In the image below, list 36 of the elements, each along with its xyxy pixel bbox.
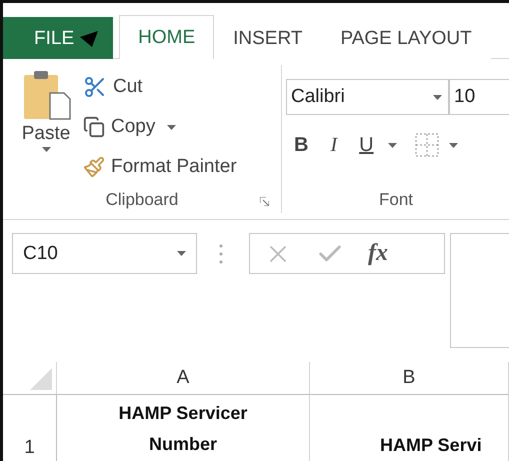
file-tab[interactable]: FILE <box>3 17 114 59</box>
pointer-arrow-icon <box>80 30 98 46</box>
clipboard-action[interactable]: Format Painter <box>83 151 237 183</box>
row-header[interactable]: 1 <box>3 395 57 461</box>
caret-icon <box>388 142 397 148</box>
borders-icon[interactable] <box>414 133 439 157</box>
formula-input[interactable] <box>450 233 509 348</box>
clipboard-action[interactable]: Cut <box>83 71 237 103</box>
group-label: Clipboard <box>106 190 178 210</box>
caret-icon <box>42 147 50 152</box>
dialog-launcher-icon[interactable] <box>260 197 269 206</box>
caret-icon <box>167 124 176 130</box>
clipboard-action[interactable]: Copy <box>83 111 237 143</box>
ribbon-tab[interactable]: HOME <box>119 15 214 59</box>
font-style-button[interactable]: I <box>322 134 352 156</box>
caret-icon <box>177 251 186 256</box>
font-name-field[interactable]: Calibri <box>286 79 449 115</box>
font-style-button[interactable]: B <box>286 134 322 156</box>
copy-icon <box>83 116 105 138</box>
group-label: Font <box>378 190 414 210</box>
paste-button[interactable]: Paste <box>3 65 77 187</box>
caret-icon <box>433 94 442 100</box>
column-header[interactable]: A <box>57 362 310 395</box>
table-cell: HAMP Servi <box>310 395 509 461</box>
scissors-icon <box>83 75 107 99</box>
triangle-icon <box>30 368 52 390</box>
paintbrush-icon <box>83 156 105 178</box>
insert-function-button[interactable]: fx <box>368 240 388 267</box>
font-size-field[interactable]: 10 <box>449 79 509 115</box>
font-style-button[interactable]: U <box>351 134 388 156</box>
select-all-corner[interactable] <box>3 362 57 395</box>
name-box[interactable]: C10 <box>12 233 197 274</box>
caret-icon <box>448 142 458 148</box>
column-header[interactable]: B <box>310 362 509 395</box>
grip-icon <box>219 244 223 264</box>
table-cell: HAMP Servicer Number <box>57 395 310 461</box>
